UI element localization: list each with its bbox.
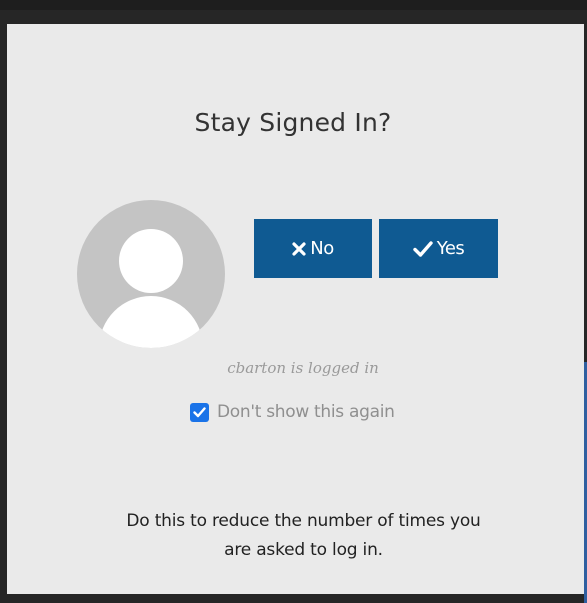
help-text: Do this to reduce the number of times yo… (40, 507, 567, 565)
avatar-body (99, 296, 203, 348)
no-button[interactable]: No (254, 219, 372, 278)
close-x-icon (292, 241, 306, 256)
dont-show-again-checkbox[interactable] (190, 402, 209, 422)
logged-in-status: cbarton is logged in (227, 359, 379, 377)
dont-show-again-row: Don't show this again (190, 400, 395, 424)
yes-button-label: Yes (436, 238, 465, 259)
help-text-line-2: are asked to log in. (224, 540, 383, 560)
user-avatar-placeholder-icon (77, 200, 225, 348)
backdrop-top-bar (0, 0, 587, 10)
checkmark-icon (413, 240, 433, 257)
checkbox-check-icon (193, 406, 206, 417)
dialog-title: Stay Signed In? (194, 108, 392, 137)
no-button-label: No (310, 238, 334, 259)
avatar-head (119, 229, 183, 293)
yes-button[interactable]: Yes (379, 219, 498, 278)
help-text-line-1: Do this to reduce the number of times yo… (126, 511, 481, 531)
dont-show-again-label[interactable]: Don't show this again (217, 402, 395, 422)
